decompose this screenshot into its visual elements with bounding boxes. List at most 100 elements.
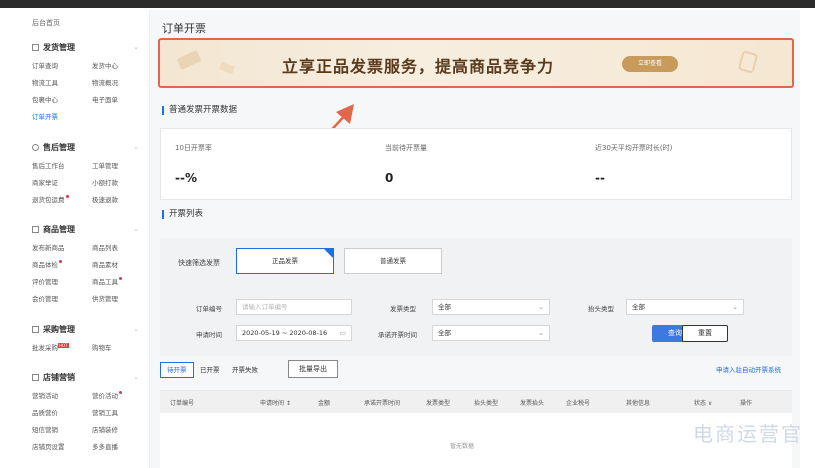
sidebar-item[interactable]: 工单管理 bbox=[92, 160, 118, 170]
sidebar-section-aftersale[interactable]: 售后管理 bbox=[32, 142, 75, 153]
sidebar-item[interactable]: 电子面单 bbox=[92, 94, 118, 104]
stat-value: --% bbox=[175, 171, 197, 185]
reset-button[interactable]: 重置 bbox=[682, 325, 728, 342]
quick-filter-normal[interactable]: 普通发票 bbox=[344, 248, 442, 274]
calendar-icon: ▭ bbox=[339, 329, 346, 337]
sidebar-section-marketing[interactable]: 店铺营销 bbox=[32, 372, 75, 383]
sidebar-item[interactable]: 供货管理 bbox=[92, 293, 118, 303]
sidebar-item[interactable]: 小额打款 bbox=[92, 177, 118, 187]
stat-value: -- bbox=[595, 171, 605, 185]
tab-pending[interactable]: 待开票 bbox=[160, 362, 194, 378]
decor-shape bbox=[219, 61, 235, 75]
chevron-down-icon: ⌄ bbox=[538, 303, 544, 311]
auto-invoice-link[interactable]: 申请入驻自动开票系统 bbox=[716, 364, 781, 374]
column-header: 订单编号 bbox=[170, 400, 195, 407]
stat-label: 近30天平均开票时长(时) bbox=[595, 144, 673, 152]
sidebar-item[interactable]: 营价活动 bbox=[92, 390, 122, 400]
cart-icon bbox=[32, 326, 39, 333]
invoice-type-label: 发票类型 bbox=[390, 305, 416, 313]
sidebar-item[interactable]: 评价管理 bbox=[32, 276, 58, 286]
sidebar-item[interactable]: 退货包运费 bbox=[32, 194, 69, 204]
title-type-label: 抬头类型 bbox=[588, 305, 614, 313]
sidebar-item[interactable]: 品质营价 bbox=[32, 407, 58, 417]
sidebar-item[interactable]: 物流工具 bbox=[32, 77, 58, 87]
new-dot-icon bbox=[59, 260, 62, 263]
banner-view-button[interactable]: 立即查看 bbox=[622, 56, 678, 72]
new-dot-icon bbox=[119, 391, 122, 394]
sidebar-item[interactable]: 发布新商品 bbox=[32, 242, 65, 252]
watermark: 电商运营官 bbox=[693, 422, 803, 446]
table-header: 订单编号 申请时间 ↕ 金额 承诺开票时间 发票类型 抬头类型 发票抬头 企业税… bbox=[160, 391, 792, 413]
sidebar-item[interactable]: 商品工具 bbox=[92, 276, 122, 286]
sidebar-item[interactable]: 短信营销 bbox=[32, 424, 58, 434]
promise-time-select[interactable]: 全部 ⌄ bbox=[432, 325, 550, 341]
shop-icon bbox=[32, 374, 39, 381]
sidebar-item[interactable]: 会价管理 bbox=[32, 293, 58, 303]
top-bar bbox=[0, 0, 815, 8]
tab-failed[interactable]: 开票失败 bbox=[226, 362, 264, 378]
sidebar-item[interactable]: 批发采购HOT bbox=[32, 342, 69, 352]
column-header: 抬头类型 bbox=[474, 400, 499, 407]
tab-issued[interactable]: 已开票 bbox=[194, 362, 226, 378]
column-header: 企业税号 bbox=[566, 400, 591, 407]
sidebar-section-goods[interactable]: 商品管理 bbox=[32, 224, 75, 235]
column-header: 承诺开票时间 bbox=[364, 400, 401, 407]
stat-label: 当前待开票量 bbox=[385, 144, 427, 152]
empty-state: 暂无数据 bbox=[450, 443, 475, 450]
chevron-down-icon[interactable]: ⌄ bbox=[133, 325, 139, 333]
apply-time-range[interactable]: 2020-05-19 ~ 2020-08-16 ▭ bbox=[236, 325, 352, 341]
sidebar-item[interactable]: 商品列表 bbox=[92, 242, 118, 252]
banner-text: 立享正品发票服务，提高商品竞争力 bbox=[282, 57, 555, 76]
column-header: 其他信息 bbox=[626, 400, 651, 407]
sidebar-item[interactable]: 包裹中心 bbox=[32, 94, 58, 104]
stats-section-title: 普通发票开票数据 bbox=[162, 106, 237, 115]
page-title: 订单开票 bbox=[162, 22, 206, 35]
chevron-down-icon[interactable]: ⌄ bbox=[133, 143, 139, 151]
hot-badge: HOT bbox=[58, 343, 69, 348]
sidebar-item[interactable]: 店铺页设置 bbox=[32, 441, 65, 451]
quick-filter-label: 快速筛选发票 bbox=[178, 259, 220, 267]
chevron-down-icon[interactable]: ⌄ bbox=[133, 373, 139, 381]
sidebar-item[interactable]: 营销活动 bbox=[32, 390, 58, 400]
stat-value: 0 bbox=[385, 171, 394, 185]
column-header[interactable]: 状态 ∨ bbox=[694, 398, 712, 407]
order-no-label: 订单编号 bbox=[196, 305, 222, 313]
sidebar-item[interactable]: 物流概况 bbox=[92, 77, 118, 87]
order-no-input[interactable]: 请输入订单编号 bbox=[236, 299, 352, 315]
invoice-type-select[interactable]: 全部 ⌄ bbox=[432, 299, 550, 315]
sidebar-item[interactable]: 多多直播 bbox=[92, 441, 118, 451]
column-header[interactable]: 申请时间 ↕ bbox=[260, 398, 291, 407]
sidebar-home[interactable]: 后台首页 bbox=[32, 18, 60, 28]
sidebar-item[interactable]: 店铺装修 bbox=[92, 424, 118, 434]
promise-time-label: 承诺开票时间 bbox=[378, 331, 417, 339]
sidebar-item[interactable]: 商品体检 bbox=[32, 259, 62, 269]
quick-filter-genuine[interactable]: 正品发票 bbox=[236, 248, 334, 274]
sidebar-item-order-invoice[interactable]: 订单开票 bbox=[32, 111, 58, 121]
column-header: 发票类型 bbox=[426, 400, 451, 407]
sidebar-item[interactable]: 订单查询 bbox=[32, 60, 58, 70]
new-dot-icon bbox=[119, 277, 122, 280]
stat-label: 10日开票率 bbox=[175, 144, 212, 152]
sidebar-item[interactable]: 营销工具 bbox=[92, 407, 118, 417]
sidebar-item[interactable]: 商品素材 bbox=[92, 259, 118, 269]
filter-panel: 快速筛选发票 正品发票 普通发票 订单编号 请输入订单编号 发票类型 全部 ⌄ 抬… bbox=[160, 238, 792, 356]
service-icon bbox=[32, 144, 39, 151]
stats-panel: 10日开票率 --% 当前待开票量 0 近30天平均开票时长(时) -- bbox=[160, 128, 792, 200]
column-header: 金额 bbox=[318, 400, 331, 407]
list-section-title: 开票列表 bbox=[162, 210, 203, 219]
sidebar-section-purchase[interactable]: 采购管理 bbox=[32, 324, 75, 335]
box-icon bbox=[32, 44, 39, 51]
batch-export-button[interactable]: 批量导出 bbox=[288, 360, 338, 378]
decor-shape bbox=[737, 50, 759, 74]
sidebar-item[interactable]: 极速退款 bbox=[92, 194, 118, 204]
column-header: 发票抬头 bbox=[520, 400, 545, 407]
sidebar-item[interactable]: 购物车 bbox=[92, 342, 112, 352]
sidebar-section-shipping[interactable]: 发货管理 bbox=[32, 42, 75, 53]
sidebar-item[interactable]: 商家举证 bbox=[32, 177, 58, 187]
promo-banner[interactable]: 立享正品发票服务，提高商品竞争力 立即查看 bbox=[158, 38, 794, 88]
sidebar-item[interactable]: 发货中心 bbox=[92, 60, 118, 70]
chevron-down-icon[interactable]: ⌄ bbox=[133, 43, 139, 51]
sidebar-item[interactable]: 售后工作台 bbox=[32, 160, 65, 170]
chevron-down-icon[interactable]: ⌄ bbox=[133, 225, 139, 233]
title-type-select[interactable]: 全部 ⌄ bbox=[626, 299, 744, 315]
